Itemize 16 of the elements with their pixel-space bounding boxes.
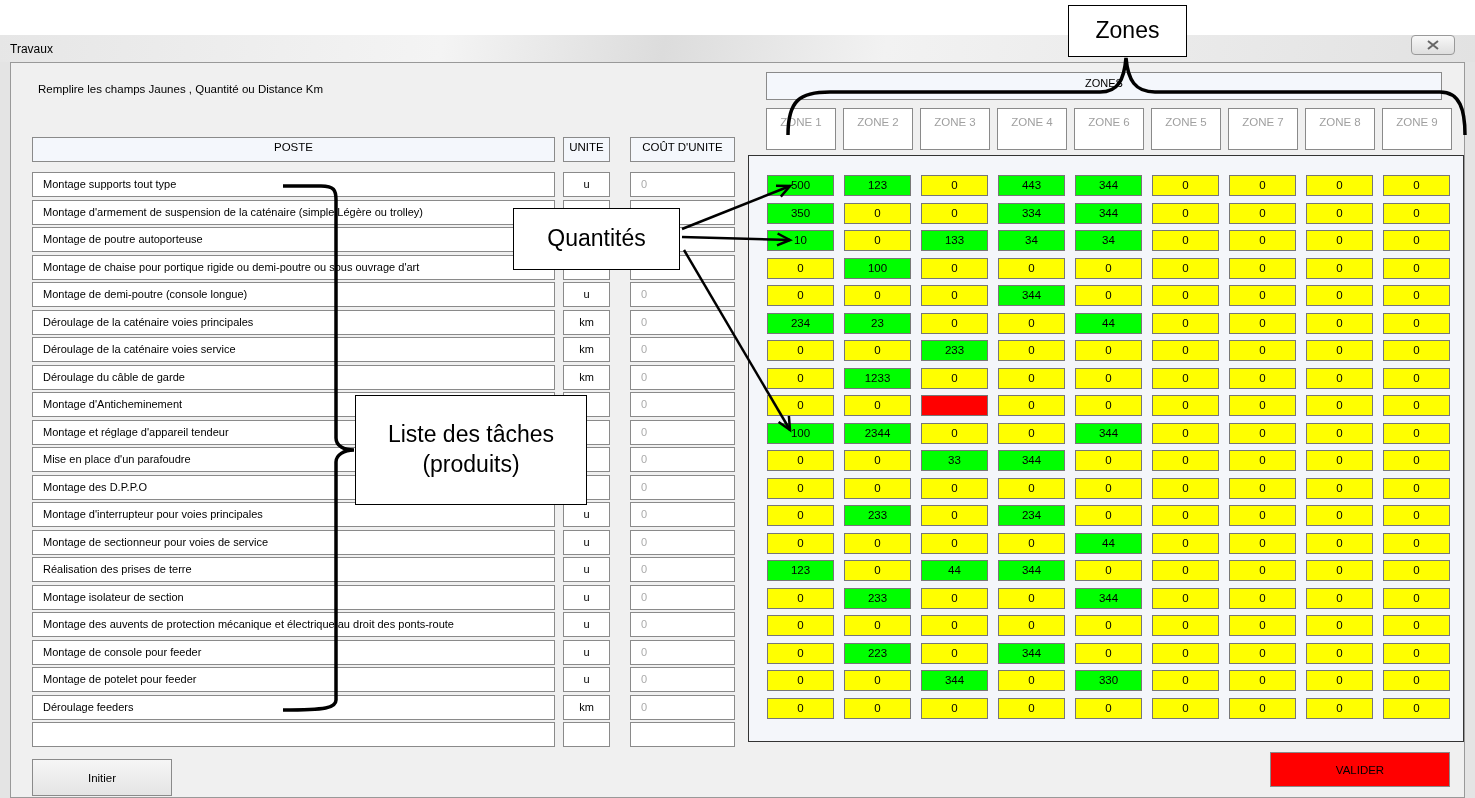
callout-tooltip: Quantités	[513, 208, 680, 270]
zone-header: ZONE 9	[1382, 108, 1452, 150]
callout-tooltip: Liste des tâches (produits)	[355, 395, 587, 505]
zone-header: ZONE 7	[1228, 108, 1298, 150]
instruction-text: Remplire les champs Jaunes , Quantité ou Distance Km	[37, 82, 325, 97]
zone-header: ZONE 4	[997, 108, 1067, 150]
zone-header: ZONE 5	[1151, 108, 1221, 150]
zone-header: ZONE 3	[920, 108, 990, 150]
window-title: Travaux	[10, 41, 53, 56]
column-header: COÛT D'UNITE	[630, 137, 735, 162]
zone-header: ZONE 6	[1074, 108, 1144, 150]
callout-tooltip: Zones	[1068, 5, 1187, 57]
zone-header: ZONE 2	[843, 108, 913, 150]
zone-header: ZONE 8	[1305, 108, 1375, 150]
column-header: POSTE	[32, 137, 555, 162]
column-header: UNITE	[563, 137, 610, 162]
